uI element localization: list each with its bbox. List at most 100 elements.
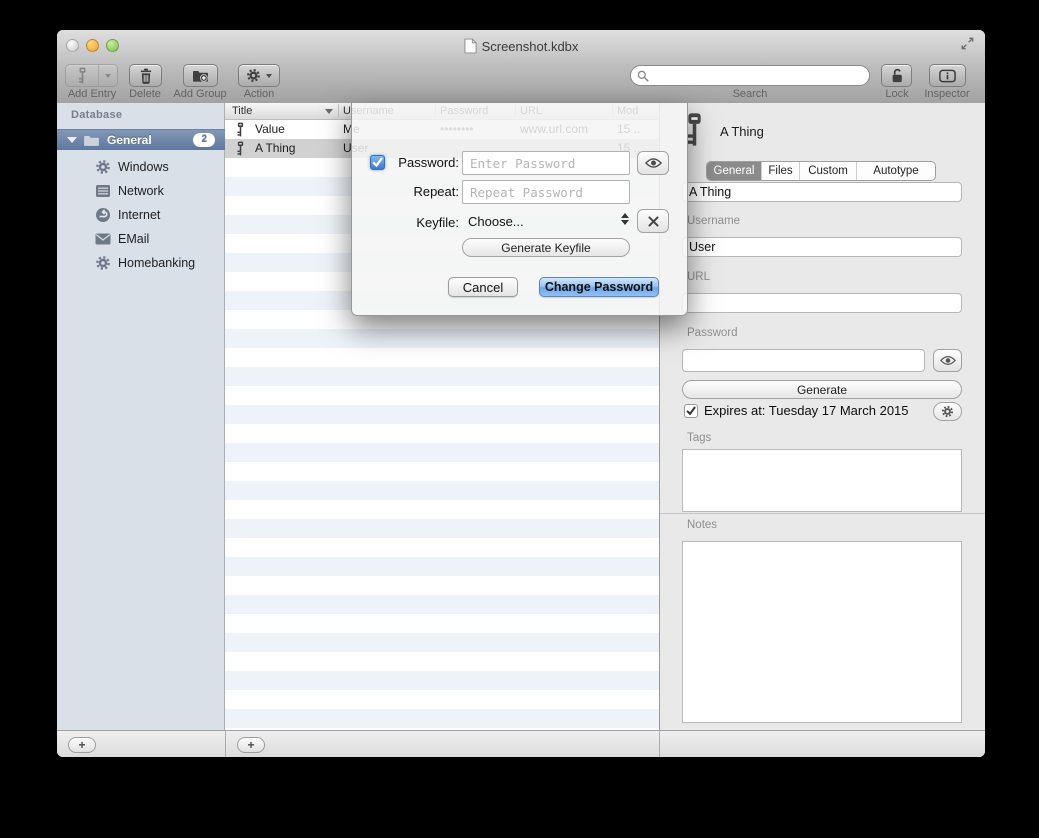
password-label: Password xyxy=(687,327,738,339)
change-password-button[interactable]: Change Password xyxy=(539,277,659,297)
sidebar-item-label: Network xyxy=(118,184,164,198)
entry-title-field[interactable] xyxy=(682,182,962,202)
chevron-down-icon xyxy=(266,74,272,78)
gear-icon xyxy=(246,68,261,83)
show-password-button[interactable] xyxy=(933,349,962,372)
lock-button[interactable] xyxy=(881,64,912,87)
username-label: Username xyxy=(687,215,740,227)
sort-indicator-icon xyxy=(325,109,333,114)
search-input[interactable] xyxy=(653,68,863,84)
keyfile-label: Keyfile: xyxy=(388,215,459,230)
pane-divider xyxy=(659,731,660,757)
show-password-button[interactable] xyxy=(637,151,669,175)
tab-general[interactable]: General xyxy=(707,162,762,180)
inspector-panel: A Thing General Files Custom Autotype Us… xyxy=(659,103,985,730)
key-icon xyxy=(235,141,246,156)
url-field[interactable] xyxy=(682,293,962,313)
inspector-entry-title: A Thing xyxy=(720,124,764,139)
folder-icon xyxy=(83,134,100,147)
chevron-down-icon xyxy=(105,74,111,78)
folder-add-icon xyxy=(192,68,209,83)
add-entry-button[interactable] xyxy=(65,64,118,87)
inspector-tabs: General Files Custom Autotype xyxy=(706,161,936,181)
add-group-plus-button[interactable]: + xyxy=(68,737,96,753)
cell-title: Value xyxy=(255,122,285,136)
gear-icon xyxy=(941,405,954,418)
search-icon xyxy=(637,70,649,82)
expires-settings-button[interactable] xyxy=(933,402,962,421)
cancel-button[interactable]: Cancel xyxy=(448,277,518,297)
window-title: Screenshot.kdbx xyxy=(482,39,579,54)
use-password-checkbox[interactable] xyxy=(370,155,385,170)
inspector-button[interactable] xyxy=(929,64,966,87)
keyfile-popup[interactable]: Choose... xyxy=(468,214,524,229)
sidebar-item-label: EMail xyxy=(118,232,149,246)
toolbar: Add Entry Delete Add Group Action Search… xyxy=(57,62,985,104)
sidebar-group-label: General xyxy=(107,133,152,147)
notes-label: Notes xyxy=(687,519,717,531)
tab-custom[interactable]: Custom xyxy=(800,162,857,180)
network-icon xyxy=(95,183,111,199)
bottom-bar: + + xyxy=(57,730,985,757)
envelope-icon xyxy=(95,233,111,245)
app-window: Screenshot.kdbx Add Entry Delete Add Gro… xyxy=(57,30,985,757)
sidebar-item-network[interactable]: Network xyxy=(57,179,225,203)
sidebar-item-label: Internet xyxy=(118,208,160,222)
sidebar-item-homebanking[interactable]: Homebanking xyxy=(57,251,225,275)
password-label: Password: xyxy=(388,155,459,170)
sidebar-section-header: Database xyxy=(71,109,122,121)
close-icon xyxy=(648,216,659,227)
document-icon xyxy=(464,38,477,54)
sidebar-item-email[interactable]: EMail xyxy=(57,227,225,251)
notes-textarea[interactable] xyxy=(682,541,962,723)
action-label: Action xyxy=(199,88,319,100)
username-field[interactable] xyxy=(682,237,962,257)
inspector-label: Inspector xyxy=(887,88,985,100)
search-field[interactable] xyxy=(630,65,870,86)
repeat-label: Repeat: xyxy=(388,184,459,199)
column-header-title[interactable]: Title xyxy=(232,105,252,117)
screenshot-background: { "window": { "title": "Screenshot.kdbx"… xyxy=(0,0,1039,838)
stepper-icon[interactable] xyxy=(621,213,629,225)
generate-password-button[interactable]: Generate xyxy=(682,380,962,399)
clear-keyfile-button[interactable] xyxy=(637,209,669,233)
tags-textarea[interactable] xyxy=(682,449,962,512)
checkmark-icon xyxy=(686,406,696,416)
enter-password-input[interactable] xyxy=(462,151,630,175)
add-entry-plus-button[interactable]: + xyxy=(237,737,265,753)
delete-button[interactable] xyxy=(129,64,162,87)
trash-icon xyxy=(139,68,153,84)
section-divider xyxy=(660,513,985,514)
sidebar-item-internet[interactable]: Internet xyxy=(57,203,225,227)
tab-files[interactable]: Files xyxy=(762,162,800,180)
add-group-button[interactable] xyxy=(183,64,218,87)
sidebar: Database General 2 Windows Network Inter… xyxy=(57,103,225,730)
column-divider xyxy=(338,104,339,118)
entry-count-badge: 2 xyxy=(193,133,215,147)
cell-title: A Thing xyxy=(255,141,295,155)
repeat-password-input[interactable] xyxy=(462,180,630,204)
globe-icon xyxy=(95,207,111,223)
gear-icon xyxy=(95,159,111,175)
password-field[interactable] xyxy=(682,349,925,372)
tab-autotype[interactable]: Autotype xyxy=(857,162,935,180)
checkmark-icon xyxy=(372,157,383,168)
key-icon xyxy=(235,122,246,137)
lock-open-icon xyxy=(890,67,904,84)
search-label: Search xyxy=(690,88,810,100)
title-bar[interactable]: Screenshot.kdbx xyxy=(57,30,985,62)
pane-divider xyxy=(225,731,226,757)
action-button[interactable] xyxy=(238,64,280,87)
fullscreen-icon[interactable] xyxy=(961,37,974,50)
tags-label: Tags xyxy=(687,432,711,444)
eye-icon xyxy=(645,157,662,169)
gear-icon xyxy=(95,255,111,271)
sidebar-item-windows[interactable]: Windows xyxy=(57,155,225,179)
expires-checkbox[interactable] xyxy=(684,404,698,418)
sidebar-item-label: Windows xyxy=(118,160,169,174)
disclosure-triangle-icon[interactable] xyxy=(67,137,77,143)
generate-keyfile-button[interactable]: Generate Keyfile xyxy=(462,238,630,257)
window-title-area: Screenshot.kdbx xyxy=(57,30,985,62)
sidebar-item-label: Homebanking xyxy=(118,256,195,270)
sidebar-group-general[interactable]: General 2 xyxy=(57,129,225,150)
